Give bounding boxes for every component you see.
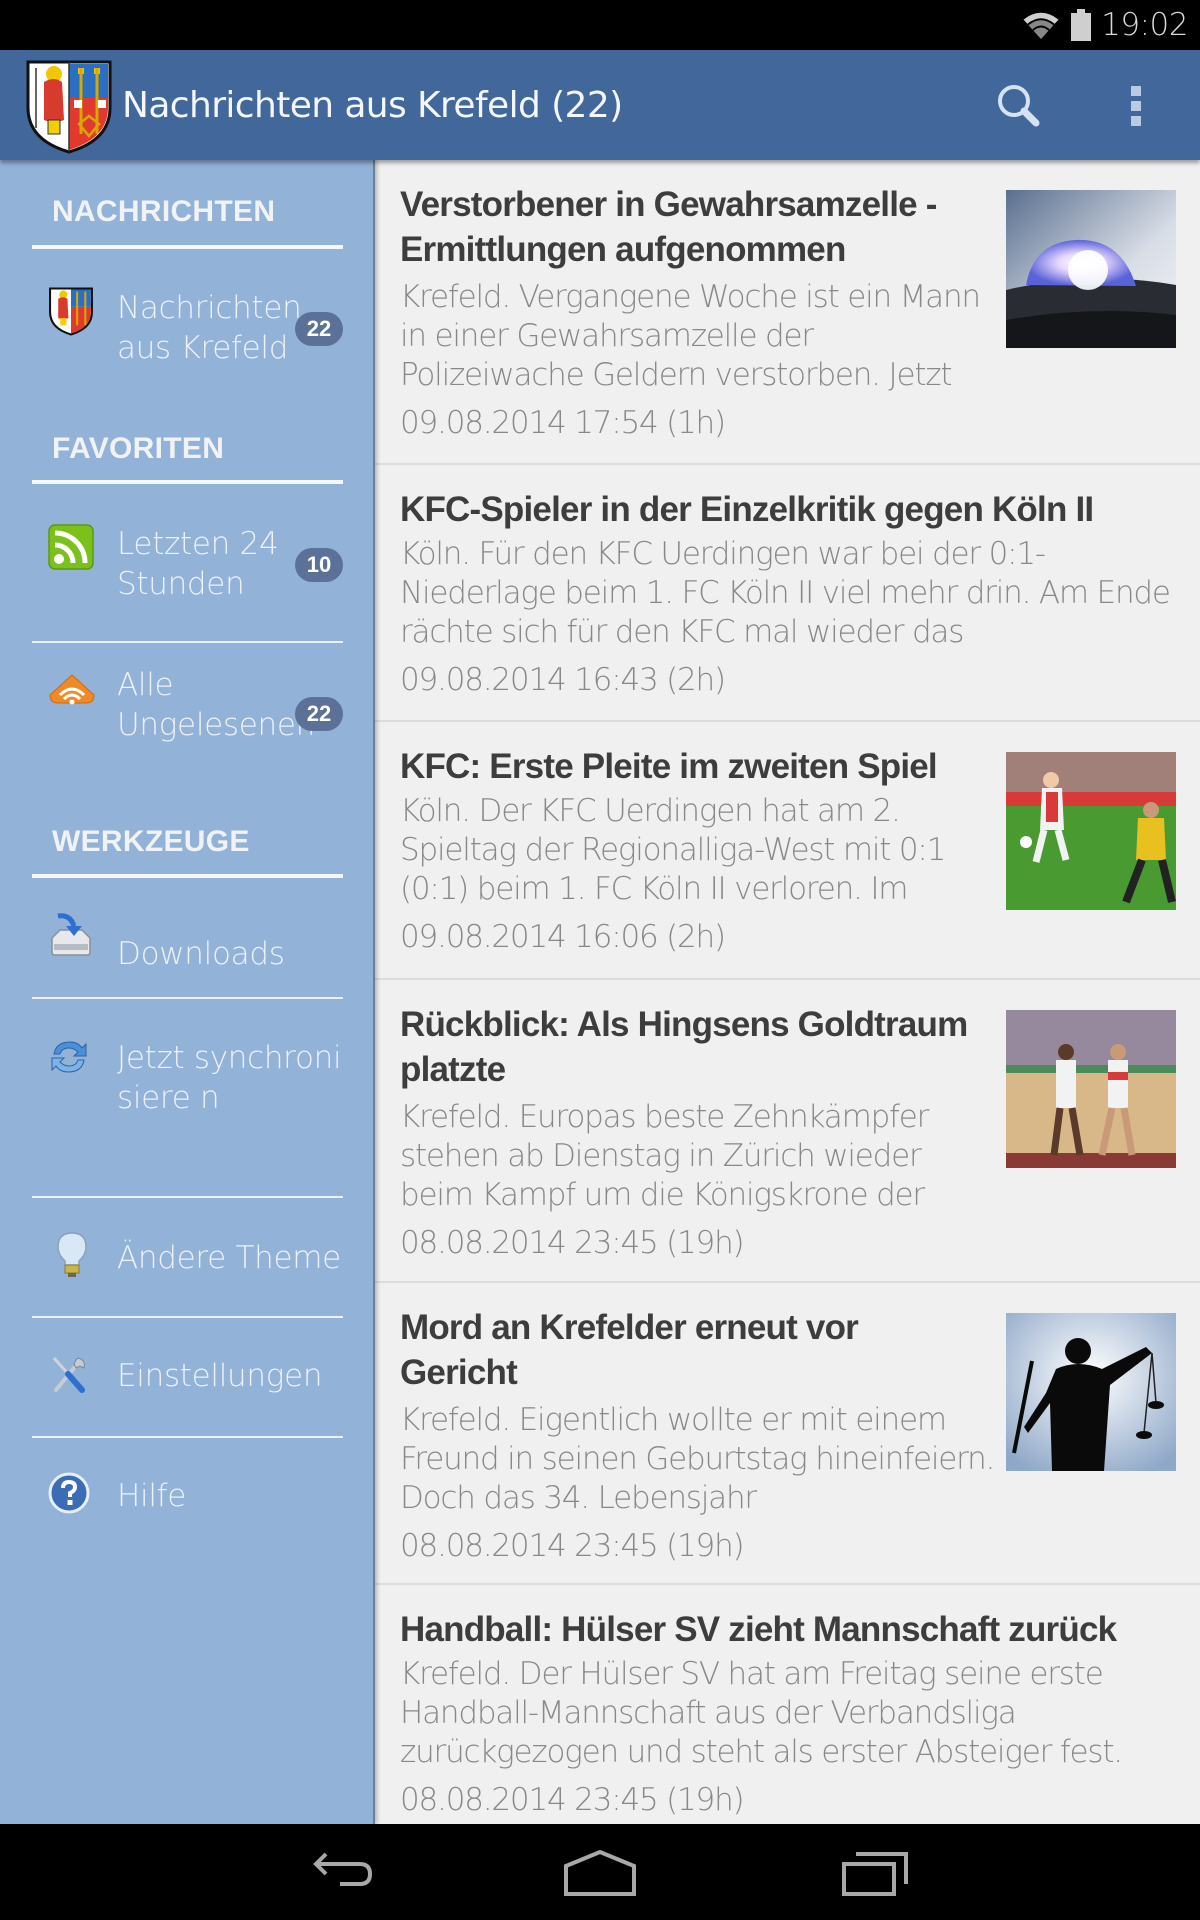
article-body: Krefeld. Der Hülser SV hat am Freitag se…: [400, 1655, 1190, 1820]
drawer-item-downloads[interactable]: Downloads: [0, 880, 372, 995]
rss-feed-icon: [48, 524, 94, 570]
article-title: KFC-Spieler in der Einzelkritik gegen Kö…: [400, 490, 1094, 529]
unread-feed-icon: [49, 674, 95, 705]
article-date: 09.08.2014 16:43 (2h): [400, 662, 726, 698]
article-title: Mord an Krefelder erneut vor Gericht: [400, 1308, 859, 1392]
status-time: 19:02: [1101, 7, 1188, 43]
unread-count-badge: 22: [295, 312, 343, 346]
article-body: Krefeld. Vergangene Woche ist ein Mann i…: [400, 278, 1000, 443]
article-thumbnail-football-match: [1006, 752, 1176, 910]
article-item[interactable]: Handball: Hülser SV zieht Mannschaft zur…: [375, 1585, 1200, 1824]
back-button[interactable]: [288, 1838, 398, 1908]
system-navigation-bar: [0, 1824, 1200, 1920]
item-divider: [32, 641, 343, 643]
article-snippet: Krefeld. Eigentlich wollte er mit einem …: [400, 1402, 995, 1516]
article-snippet: Krefeld. Vergangene Woche ist ein Mann i…: [400, 279, 981, 393]
item-divider: [32, 997, 343, 999]
article-item[interactable]: KFC: Erste Pleite im zweiten Spiel Köln.…: [375, 722, 1200, 980]
article-snippet: Köln. Für den KFC Uerdingen war bei der …: [400, 536, 1171, 650]
section-header-favoriten: FAVORITEN: [52, 432, 225, 465]
drawer-item-label: Jetzt synchronisiere n: [117, 1038, 367, 1118]
article-thumbnail-athletes-stadium: [1006, 1010, 1176, 1168]
krefeld-coat-of-arms-icon[interactable]: [24, 58, 114, 154]
drawer-item-alle-ungelesenen[interactable]: Alle Ungelesenen 22: [0, 645, 372, 795]
section-divider: [32, 245, 343, 249]
article-date: 08.08.2014 23:45 (19h): [400, 1528, 745, 1564]
article-title: Handball: Hülser SV zieht Mannschaft zur…: [400, 1610, 1117, 1649]
article-list: Verstorbener in Gewahrsamzelle - Ermittl…: [375, 160, 1200, 1824]
article-body: Krefeld. Europas beste Zehnkämpfer stehe…: [400, 1098, 1000, 1263]
status-bar: 19:02: [0, 0, 1200, 50]
recent-apps-icon: [842, 1852, 908, 1896]
article-date: 08.08.2014 23:45 (19h): [400, 1782, 745, 1818]
sync-icon: [51, 1041, 87, 1073]
navigation-drawer: NACHRICHTEN Nachrichten aus Krefeld 22 F…: [0, 160, 375, 1824]
section-header-werkzeuge: WERKZEUGE: [52, 825, 250, 858]
article-body: Köln. Für den KFC Uerdingen war bei der …: [400, 535, 1180, 700]
drawer-item-letzten-24-stunden[interactable]: Letzten 24 Stunden 10: [0, 500, 372, 640]
more-vertical-icon: [1131, 86, 1141, 126]
article-date: 08.08.2014 23:45 (19h): [400, 1225, 745, 1261]
search-button[interactable]: [980, 70, 1058, 142]
item-divider: [32, 1196, 343, 1198]
article-item[interactable]: Mord an Krefelder erneut vor Gericht Kre…: [375, 1283, 1200, 1585]
download-icon: [51, 913, 91, 956]
search-icon: [998, 85, 1040, 127]
article-date: 09.08.2014 17:54 (1h): [400, 405, 726, 441]
article-item[interactable]: KFC-Spieler in der Einzelkritik gegen Kö…: [375, 465, 1200, 722]
tools-icon: [52, 1357, 85, 1393]
home-icon: [564, 1850, 636, 1896]
drawer-item-label: Hilfe: [117, 1478, 187, 1514]
app-toolbar: Nachrichten aus Krefeld (22): [0, 50, 1200, 160]
toolbar-title: Nachrichten aus Krefeld (22): [122, 85, 623, 126]
drawer-item-jetzt-synchronisieren[interactable]: Jetzt synchronisiere n: [0, 1000, 372, 1195]
article-date: 09.08.2014 16:06 (2h): [400, 919, 726, 955]
battery-icon: [1071, 9, 1092, 41]
home-button[interactable]: [545, 1838, 655, 1908]
article-body: Krefeld. Eigentlich wollte er mit einem …: [400, 1401, 1000, 1566]
section-header-nachrichten: NACHRICHTEN: [52, 195, 276, 228]
drawer-item-label: Downloads: [117, 936, 285, 972]
unread-count-badge: 22: [295, 697, 343, 731]
article-thumbnail-justitia-silhouette: [1006, 1313, 1176, 1471]
wifi-icon: [1022, 11, 1060, 39]
section-divider: [32, 874, 343, 878]
unread-count-badge: 10: [295, 548, 343, 582]
lightbulb-icon: [57, 1232, 87, 1277]
article-title: Rückblick: Als Hingsens Goldtraum platzt…: [400, 1005, 968, 1089]
article-title: KFC: Erste Pleite im zweiten Spiel: [400, 747, 938, 786]
section-divider: [32, 480, 343, 484]
drawer-item-nachrichten-aus-krefeld[interactable]: Nachrichten aus Krefeld 22: [0, 270, 372, 380]
article-item[interactable]: Verstorbener in Gewahrsamzelle - Ermittl…: [375, 160, 1200, 465]
help-icon: [48, 1472, 90, 1514]
recent-apps-button[interactable]: [820, 1838, 930, 1908]
drawer-item-label: Einstellungen: [117, 1358, 323, 1394]
item-divider: [32, 1436, 343, 1438]
item-divider: [32, 1316, 343, 1318]
back-icon: [313, 1852, 373, 1886]
drawer-item-hilfe[interactable]: Hilfe: [0, 1440, 372, 1555]
drawer-item-einstellungen[interactable]: Einstellungen: [0, 1320, 372, 1435]
article-snippet: Krefeld. Europas beste Zehnkämpfer stehe…: [400, 1099, 929, 1213]
article-snippet: Köln. Der KFC Uerdingen hat am 2. Spielt…: [400, 793, 946, 907]
article-item[interactable]: Rückblick: Als Hingsens Goldtraum platzt…: [375, 980, 1200, 1283]
article-title: Verstorbener in Gewahrsamzelle - Ermittl…: [400, 185, 937, 269]
status-icons: 19:02: [1021, 0, 1188, 50]
drawer-item-andere-theme[interactable]: Ändere Theme: [0, 1200, 372, 1315]
drawer-item-label-text: Jetzt synchronisiere n: [117, 1040, 342, 1116]
article-body: Köln. Der KFC Uerdingen hat am 2. Spielt…: [400, 792, 1000, 957]
drawer-item-label: Ändere Theme: [117, 1240, 341, 1276]
article-thumbnail-police-siren: [1006, 190, 1176, 348]
krefeld-coat-of-arms-icon: [49, 287, 93, 336]
article-snippet: Krefeld. Der Hülser SV hat am Freitag se…: [400, 1656, 1123, 1770]
overflow-menu-button[interactable]: [1105, 70, 1167, 142]
